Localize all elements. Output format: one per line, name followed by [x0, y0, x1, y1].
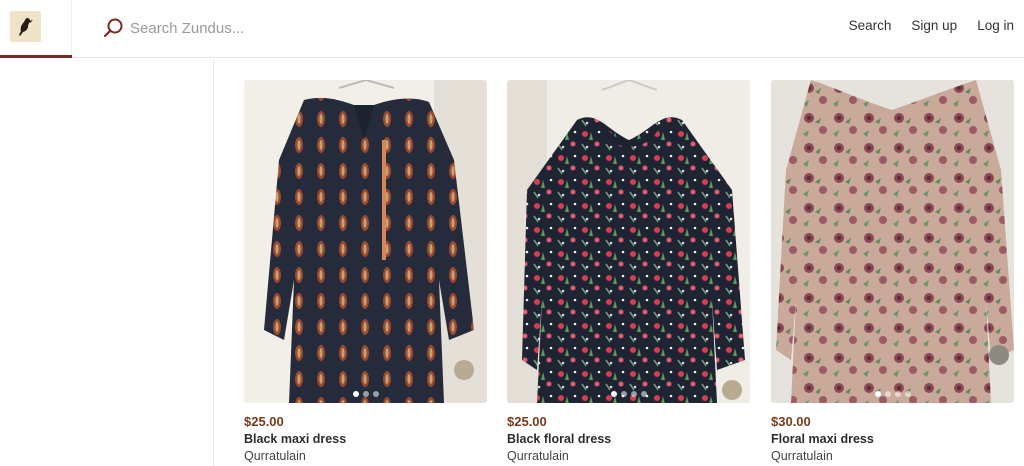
- bird-logo-icon[interactable]: [10, 11, 41, 42]
- carousel-dot[interactable]: [630, 391, 637, 397]
- listing-card[interactable]: $30.00 Floral maxi dress Qurratulain: [771, 80, 1014, 463]
- carousel-dot[interactable]: [904, 391, 911, 397]
- search-bar: [100, 14, 700, 42]
- nav-signup-link[interactable]: Sign up: [911, 18, 957, 33]
- search-input[interactable]: [130, 16, 670, 40]
- listing-card[interactable]: $25.00 Black maxi dress Qurratulain: [244, 80, 487, 463]
- listing-photo[interactable]: [507, 80, 750, 403]
- filter-sidebar: [0, 59, 214, 466]
- carousel-dot[interactable]: [894, 391, 901, 397]
- listing-seller[interactable]: Qurratulain: [244, 449, 487, 463]
- carousel-dot[interactable]: [620, 391, 627, 397]
- carousel-dot[interactable]: [362, 391, 369, 397]
- listing-title[interactable]: Floral maxi dress: [771, 432, 1014, 446]
- carousel-dot[interactable]: [352, 391, 359, 397]
- top-header: Search Sign up Log in: [0, 0, 1024, 58]
- listing-price: $25.00: [507, 414, 547, 429]
- listing-price: $30.00: [771, 414, 811, 429]
- listing-photo[interactable]: [771, 80, 1014, 403]
- image-carousel-dots: [507, 391, 750, 397]
- logo-cell[interactable]: [0, 0, 72, 58]
- carousel-dot[interactable]: [610, 391, 617, 397]
- carousel-dot[interactable]: [874, 391, 881, 397]
- header-nav: Search Sign up Log in: [829, 18, 1014, 33]
- listing-seller[interactable]: Qurratulain: [771, 449, 1014, 463]
- listing-price: $25.00: [244, 414, 284, 429]
- nav-search-link[interactable]: Search: [849, 18, 892, 33]
- listing-seller[interactable]: Qurratulain: [507, 449, 750, 463]
- image-carousel-dots: [244, 391, 487, 397]
- search-icon[interactable]: [102, 17, 124, 39]
- nav-login-link[interactable]: Log in: [977, 18, 1014, 33]
- listing-title[interactable]: Black maxi dress: [244, 432, 487, 446]
- listing-photo[interactable]: [244, 80, 487, 403]
- carousel-dot[interactable]: [884, 391, 891, 397]
- carousel-dot[interactable]: [640, 391, 647, 397]
- listing-card[interactable]: $25.00 Black floral dress Qurratulain: [507, 80, 750, 463]
- carousel-dot[interactable]: [372, 391, 379, 397]
- image-carousel-dots: [771, 391, 1014, 397]
- listing-title[interactable]: Black floral dress: [507, 432, 750, 446]
